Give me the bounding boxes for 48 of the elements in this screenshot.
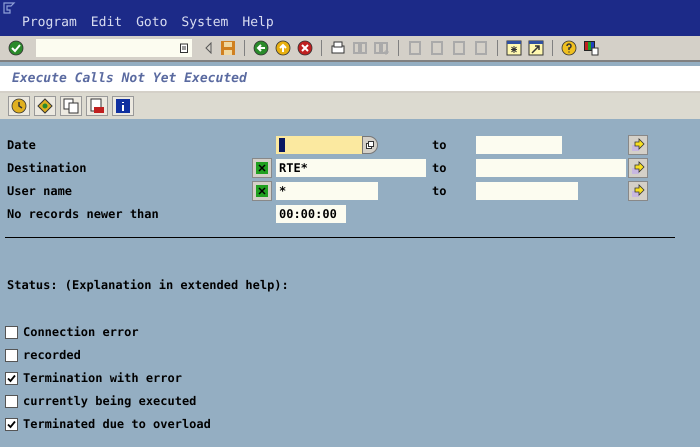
command-field[interactable] <box>36 39 192 57</box>
menu-item[interactable]: Help <box>242 13 274 32</box>
checkbox[interactable] <box>5 418 18 430</box>
to-label: to <box>432 160 446 177</box>
back-icon[interactable] <box>251 38 271 58</box>
input-field[interactable]: 00:00:00 <box>276 205 346 223</box>
help-icon[interactable] <box>559 38 579 58</box>
value-help-icon[interactable] <box>362 136 378 154</box>
checkbox[interactable] <box>5 372 18 384</box>
input-field[interactable] <box>276 136 362 154</box>
menu-item[interactable]: Program <box>22 13 77 32</box>
input-field[interactable]: * <box>276 182 378 200</box>
copy-icon[interactable] <box>60 96 82 116</box>
info-icon[interactable] <box>112 96 134 116</box>
multiple-selection-icon[interactable] <box>252 181 272 201</box>
input-field[interactable] <box>476 182 578 200</box>
checkbox[interactable] <box>5 348 18 362</box>
window-icon[interactable] <box>3 2 17 14</box>
cancel-icon[interactable] <box>295 38 315 58</box>
monitor-icon[interactable] <box>581 38 601 58</box>
up-icon[interactable] <box>273 38 293 58</box>
to-label: to <box>432 183 446 200</box>
checkbox-label: Termination with error <box>23 370 182 387</box>
checkbox[interactable] <box>5 394 18 408</box>
input-field[interactable]: RTE* <box>276 159 426 177</box>
menu-item[interactable]: System <box>181 13 228 32</box>
checkbox-label: currently being executed <box>23 393 196 410</box>
multiple-selection-icon[interactable] <box>252 158 272 178</box>
screen-title: Execute Calls Not Yet Executed <box>12 70 247 88</box>
checkbox-label: Terminated due to overload <box>23 416 211 433</box>
to-label: to <box>432 137 446 154</box>
menu-item[interactable]: Goto <box>136 13 168 32</box>
enter-icon[interactable] <box>6 38 26 58</box>
checkbox-label: recorded <box>23 347 81 364</box>
field-label: No records newer than <box>7 206 160 223</box>
shortcut-icon[interactable] <box>526 38 546 58</box>
input-field[interactable] <box>476 136 562 154</box>
checkbox[interactable] <box>5 326 18 338</box>
status-heading: Status: (Explanation in extended help): <box>7 278 289 292</box>
checkbox-label: Connection error <box>23 324 139 341</box>
field-label: Date <box>7 137 37 154</box>
menu-item[interactable]: Edit <box>90 13 122 32</box>
clipboard-icon <box>180 43 188 53</box>
input-field[interactable] <box>476 159 626 177</box>
new-window-icon[interactable] <box>504 38 524 58</box>
text-cursor <box>279 138 285 152</box>
field-label: User name <box>7 183 74 200</box>
field-label: Destination <box>7 160 88 177</box>
